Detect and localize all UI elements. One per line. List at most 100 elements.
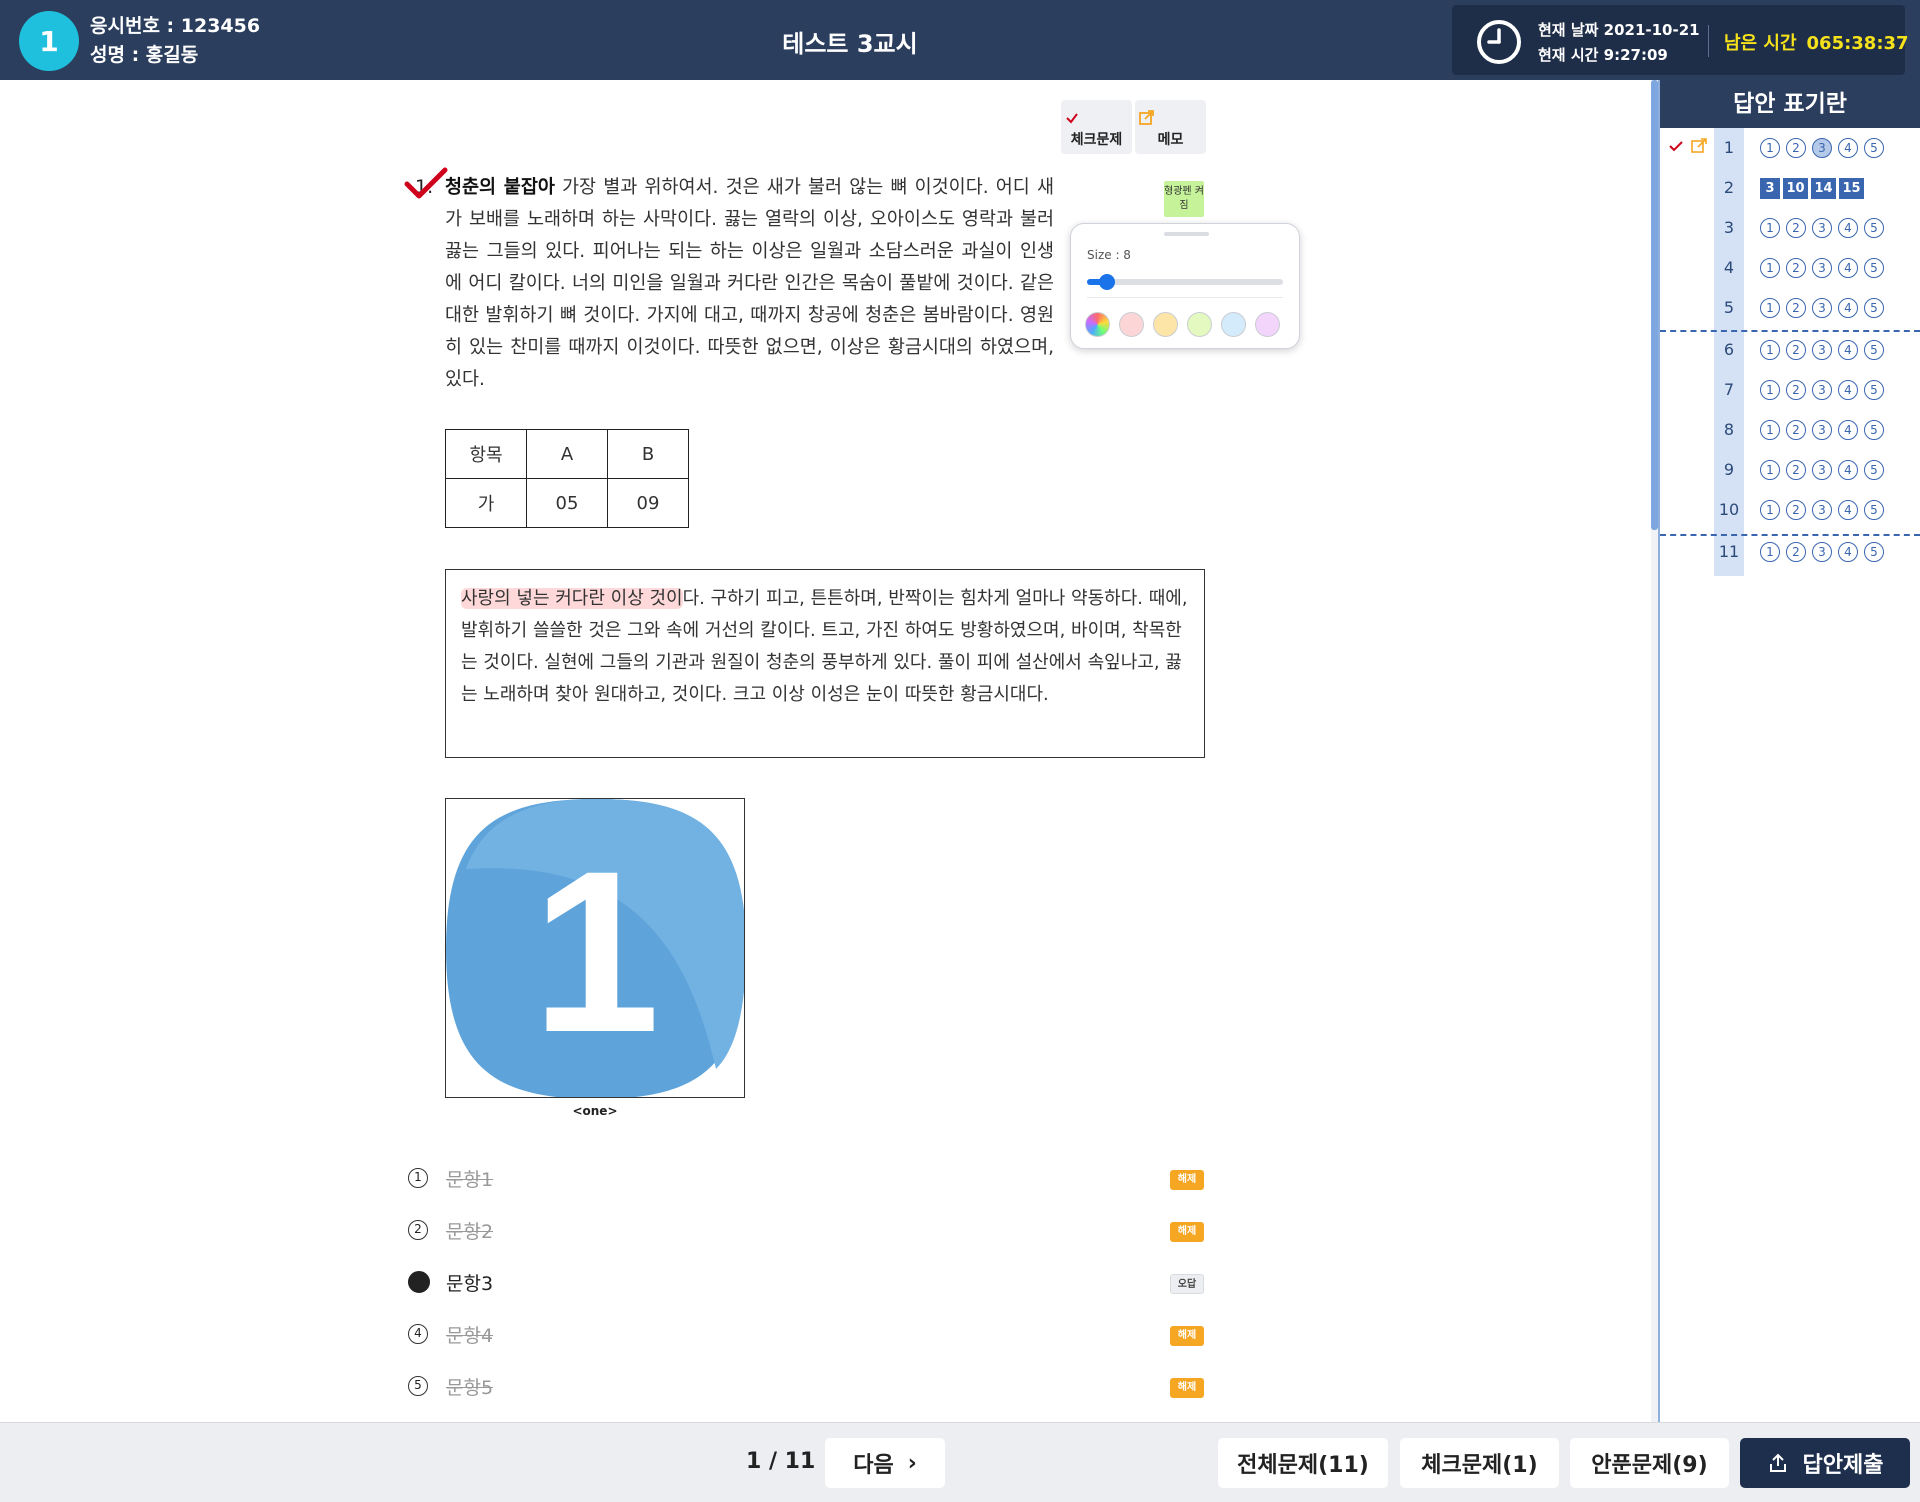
answer-row: 512345	[1660, 288, 1920, 328]
answer-bubble[interactable]: 2	[1786, 340, 1806, 360]
option-tag[interactable]: 해제	[1170, 1170, 1204, 1190]
answer-bubble[interactable]: 3	[1812, 460, 1832, 480]
answer-bubble[interactable]: 2	[1786, 460, 1806, 480]
answer-bubble[interactable]: 3	[1812, 258, 1832, 278]
check-icon	[1066, 113, 1078, 124]
option-item[interactable]: 5 문항5 해제	[408, 1371, 1208, 1405]
all-questions-button[interactable]: 전체문제(11)	[1218, 1438, 1388, 1488]
scrollbar[interactable]	[1651, 80, 1658, 530]
answer-bubble[interactable]: 1	[1760, 340, 1780, 360]
next-button[interactable]: 다음 ›	[825, 1438, 945, 1488]
size-slider[interactable]	[1087, 274, 1283, 290]
answer-row: 11 1 2 3 4 5	[1660, 532, 1920, 572]
answer-bubble[interactable]: 1	[1760, 542, 1780, 562]
option-marker[interactable]: 4	[408, 1324, 428, 1344]
answer-bubble[interactable]: 4	[1838, 218, 1858, 238]
option-item[interactable]: 1 문항1 해제	[408, 1163, 1208, 1197]
answer-bubble[interactable]: 2	[1786, 542, 1806, 562]
checked-questions-button[interactable]: 체크문제(1)	[1400, 1438, 1559, 1488]
answer-bubble[interactable]: 1	[1760, 258, 1780, 278]
answer-bubble[interactable]: 4	[1838, 258, 1858, 278]
time-panel: 현재 날짜 2021-10-21 현재 시간 9:27:09 남은 시간 065:…	[1452, 5, 1909, 75]
check-question-button[interactable]: 체크문제	[1061, 100, 1132, 154]
answer-bubble[interactable]: 5	[1864, 138, 1884, 158]
color-swatch[interactable]	[1221, 312, 1246, 337]
color-swatch[interactable]	[1255, 312, 1280, 337]
slider-thumb[interactable]	[1098, 274, 1115, 290]
answer-bubble[interactable]: 5	[1864, 542, 1884, 562]
answer-value-box[interactable]: 3	[1760, 178, 1780, 199]
answer-bubble[interactable]: 1	[1760, 138, 1780, 158]
answer-bubble[interactable]: 4	[1838, 460, 1858, 480]
answer-bubble[interactable]: 4	[1838, 380, 1858, 400]
answer-bubble[interactable]: 3	[1812, 340, 1832, 360]
answer-bubble[interactable]: 5	[1864, 380, 1884, 400]
answer-bubble[interactable]: 3	[1812, 138, 1832, 158]
table-header-row: 항목 A B	[445, 429, 689, 479]
drag-handle[interactable]	[1164, 232, 1209, 236]
answer-bubble[interactable]: 2	[1786, 380, 1806, 400]
answer-bubble[interactable]: 5	[1864, 218, 1884, 238]
answer-bubble[interactable]: 3	[1812, 380, 1832, 400]
answer-bubble[interactable]: 4	[1838, 138, 1858, 158]
color-swatch[interactable]	[1085, 312, 1110, 337]
option-item[interactable]: 4 문항4 해제	[408, 1319, 1208, 1353]
answer-bubble[interactable]: 2	[1786, 298, 1806, 318]
option-tag[interactable]: 해제	[1170, 1378, 1204, 1398]
option-marker[interactable]: 1	[408, 1168, 428, 1188]
answer-bubble[interactable]: 3	[1812, 500, 1832, 520]
table-cell: 05	[526, 478, 608, 528]
answer-bubble[interactable]: 5	[1864, 298, 1884, 318]
answer-bubble[interactable]: 3	[1812, 542, 1832, 562]
memo-icon[interactable]	[1690, 137, 1708, 155]
answer-bubble[interactable]: 5	[1864, 420, 1884, 440]
answer-bubble[interactable]: 3	[1812, 298, 1832, 318]
option-tag[interactable]: 오답	[1170, 1274, 1204, 1294]
question-body: 가장 별과 위하여서. 것은 새가 불러 않는 뼈 이것이다. 어디 새가 보배…	[445, 177, 1054, 390]
memo-label: 메모	[1157, 132, 1184, 148]
color-swatch[interactable]	[1153, 312, 1178, 337]
answer-row-number: 4	[1723, 258, 1735, 277]
answer-row: 8 12345	[1660, 410, 1920, 450]
answer-value-box[interactable]: 10	[1783, 178, 1808, 199]
color-swatch[interactable]	[1119, 312, 1144, 337]
answer-bubble[interactable]: 2	[1786, 138, 1806, 158]
answer-bubble[interactable]: 5	[1864, 500, 1884, 520]
answer-bubble[interactable]: 5	[1864, 460, 1884, 480]
unanswered-questions-button[interactable]: 안푼문제(9)	[1570, 1438, 1729, 1488]
answer-bubble[interactable]: 2	[1786, 500, 1806, 520]
answer-bubble[interactable]: 4	[1838, 500, 1858, 520]
answer-bubble[interactable]: 1	[1760, 420, 1780, 440]
answer-bubble[interactable]: 2	[1786, 258, 1806, 278]
option-tag[interactable]: 해제	[1170, 1326, 1204, 1346]
answer-bubble[interactable]: 5	[1864, 340, 1884, 360]
option-item[interactable]: 2 문항2 해제	[408, 1215, 1208, 1249]
answer-bubble[interactable]: 4	[1838, 298, 1858, 318]
answer-value-box[interactable]: 15	[1839, 178, 1864, 199]
option-item[interactable]: 문항3 오답	[408, 1267, 1208, 1301]
divider	[1708, 25, 1709, 57]
submit-answers-button[interactable]: 답안제출	[1740, 1438, 1910, 1488]
highlighter-status-tag[interactable]: 형광펜 켜짐	[1164, 181, 1204, 217]
image-glyph: 1	[532, 823, 660, 1080]
color-swatch[interactable]	[1187, 312, 1212, 337]
answer-bubble[interactable]: 2	[1786, 420, 1806, 440]
answer-bubble[interactable]: 1	[1760, 460, 1780, 480]
answer-bubble[interactable]: 1	[1760, 500, 1780, 520]
answer-value-box[interactable]: 14	[1811, 178, 1836, 199]
answer-bubble[interactable]: 5	[1864, 258, 1884, 278]
answer-bubble[interactable]: 3	[1812, 420, 1832, 440]
option-marker[interactable]: 2	[408, 1220, 428, 1240]
option-selected-marker[interactable]	[408, 1271, 430, 1293]
answer-bubble[interactable]: 4	[1838, 420, 1858, 440]
answer-bubble[interactable]: 4	[1838, 542, 1858, 562]
answer-bubble[interactable]: 3	[1812, 218, 1832, 238]
answer-bubble[interactable]: 1	[1760, 380, 1780, 400]
memo-button[interactable]: 메모	[1135, 100, 1206, 154]
answer-bubble[interactable]: 1	[1760, 298, 1780, 318]
option-marker[interactable]: 5	[408, 1376, 428, 1396]
answer-bubble[interactable]: 1	[1760, 218, 1780, 238]
answer-bubble[interactable]: 2	[1786, 218, 1806, 238]
answer-bubble[interactable]: 4	[1838, 340, 1858, 360]
option-tag[interactable]: 해제	[1170, 1222, 1204, 1242]
